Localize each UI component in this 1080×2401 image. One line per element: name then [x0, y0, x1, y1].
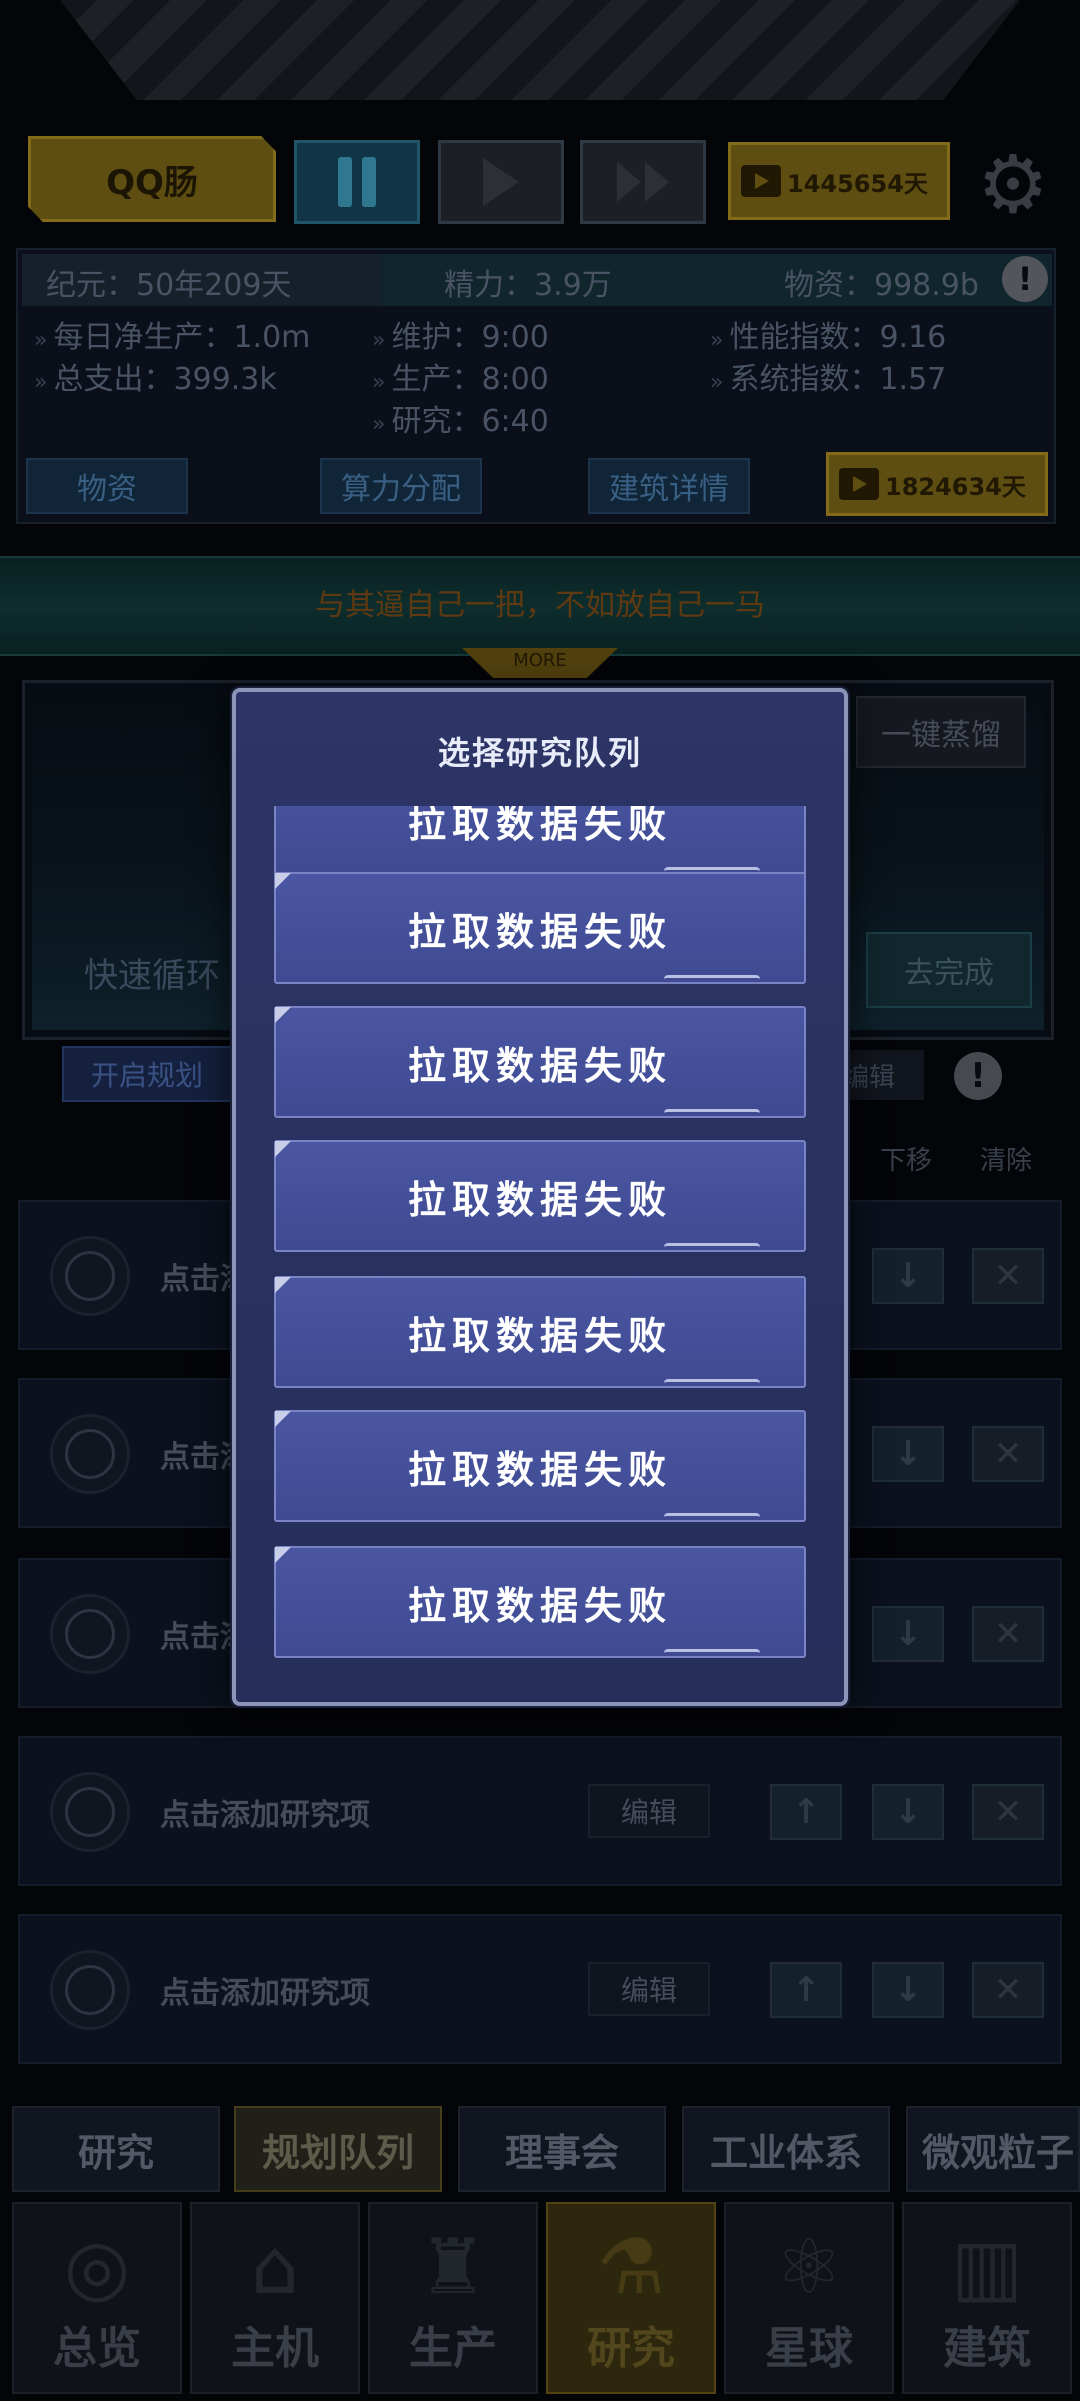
queue-option[interactable]: 拉取数据失败 — [274, 1410, 806, 1522]
queue-option[interactable]: 拉取数据失败 — [274, 1546, 806, 1658]
queue-option[interactable]: 拉取数据失败 — [274, 806, 806, 876]
queue-option[interactable]: 拉取数据失败 — [274, 1276, 806, 1388]
queue-option[interactable]: 拉取数据失败 — [274, 872, 806, 984]
queue-option[interactable]: 拉取数据失败 — [274, 1006, 806, 1118]
queue-option[interactable]: 拉取数据失败 — [274, 1140, 806, 1252]
queue-option-list[interactable]: 拉取数据失败 拉取数据失败 拉取数据失败 拉取数据失败 拉取数据失败 拉取数据失… — [270, 806, 810, 1686]
dialog-title: 选择研究队列 — [437, 734, 642, 772]
